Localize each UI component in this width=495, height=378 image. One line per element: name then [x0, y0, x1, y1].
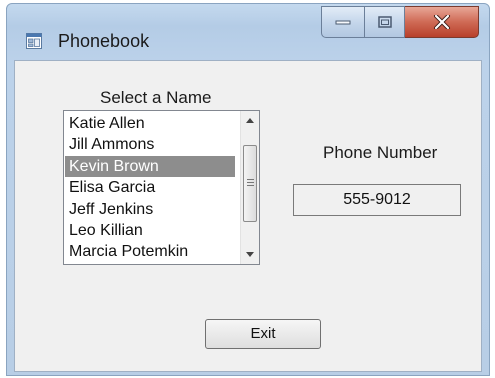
form-icon [26, 33, 42, 49]
phonebook-window: Phonebook Select a Name Katie Allen Jill… [6, 3, 490, 376]
minimize-icon [335, 20, 351, 25]
select-name-label: Select a Name [100, 88, 212, 107]
scroll-up-arrow-icon [246, 118, 254, 123]
list-item[interactable]: Jill Ammons [65, 134, 235, 155]
phone-number-output: 555-9012 [293, 184, 461, 216]
list-item[interactable]: Leo Killian [65, 220, 235, 241]
maximize-icon [377, 16, 392, 28]
scrollbar-thumb[interactable] [243, 145, 257, 222]
scroll-up-button[interactable] [241, 112, 259, 129]
close-icon [433, 15, 450, 29]
close-button[interactable] [405, 6, 479, 38]
form-client-area: Select a Name Katie Allen Jill Ammons Ke… [14, 60, 482, 372]
scroll-down-button[interactable] [241, 246, 259, 263]
list-item[interactable]: Elisa Garcia [65, 177, 235, 198]
grip-line [247, 182, 254, 183]
list-item[interactable]: Marcia Potemkin [65, 241, 235, 262]
maximize-button[interactable] [365, 6, 405, 38]
scroll-down-arrow-icon [246, 252, 254, 257]
listbox-scrollbar[interactable] [240, 111, 259, 264]
list-item[interactable]: Jeff Jenkins [65, 199, 235, 220]
grip-line [247, 179, 254, 180]
list-item[interactable]: Katie Allen [65, 113, 235, 134]
window-title: Phonebook [58, 31, 150, 51]
names-listbox[interactable]: Katie Allen Jill Ammons Kevin Brown Elis… [63, 110, 260, 265]
title-bar[interactable]: Phonebook [7, 4, 489, 60]
phone-number-label: Phone Number [323, 143, 438, 162]
names-list: Katie Allen Jill Ammons Kevin Brown Elis… [65, 113, 235, 263]
minimize-button[interactable] [321, 6, 365, 38]
grip-line [247, 185, 254, 186]
list-item-selected[interactable]: Kevin Brown [65, 155, 235, 178]
exit-button[interactable]: Exit [205, 319, 321, 349]
